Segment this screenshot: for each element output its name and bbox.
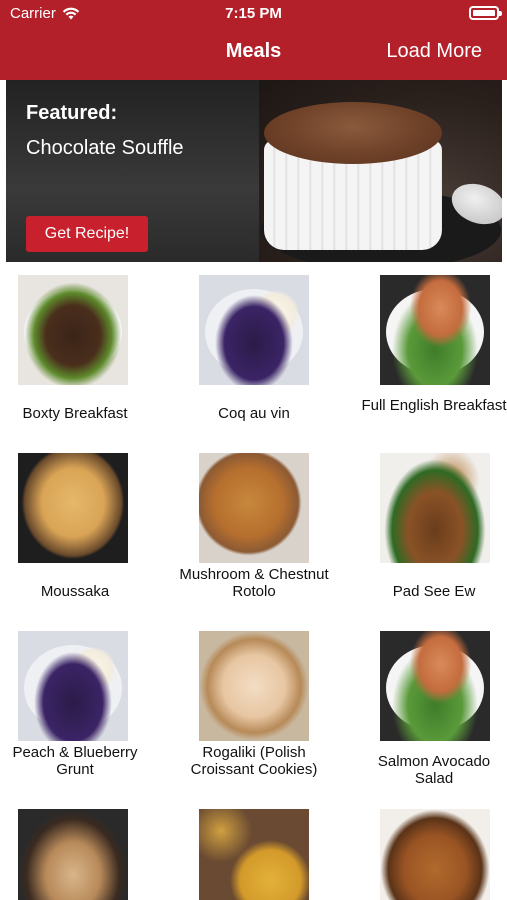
- featured-label: Featured:: [26, 102, 118, 124]
- featured-banner: Featured: Chocolate Souffle Get Recipe!: [6, 80, 502, 262]
- featured-title: Chocolate Souffle: [26, 137, 184, 159]
- navigation-bar: Carrier 7:15 PM Meals Load More: [0, 0, 507, 80]
- meal-name: Boxty Breakfast: [22, 405, 128, 422]
- clock: 7:15 PM: [225, 5, 282, 22]
- battery-icon: [469, 6, 502, 20]
- meal-thumbnail[interactable]: [380, 809, 490, 900]
- meal-thumbnail[interactable]: [18, 631, 128, 741]
- meal-thumbnail[interactable]: [380, 453, 490, 563]
- meal-name: Salmon Avocado Salad: [377, 753, 491, 787]
- meal-name: Peach & Blueberry Grunt: [12, 744, 138, 778]
- meal-name: Pad See Ew: [392, 583, 476, 600]
- meal-thumbnail[interactable]: [18, 275, 128, 385]
- status-bar: Carrier 7:15 PM: [0, 0, 507, 28]
- meal-thumbnail[interactable]: [199, 275, 309, 385]
- meals-screen: Carrier 7:15 PM Meals Load More Featured…: [0, 0, 507, 900]
- meal-thumbnail[interactable]: [18, 453, 128, 563]
- meal-name: Mushroom & Chestnut Rotolo: [179, 566, 329, 600]
- meal-thumbnail[interactable]: [199, 631, 309, 741]
- meal-name: Moussaka: [40, 583, 110, 600]
- meal-thumbnail[interactable]: [380, 631, 490, 741]
- meal-thumbnail[interactable]: [199, 809, 309, 900]
- souffle-top: [264, 102, 442, 164]
- get-recipe-button[interactable]: Get Recipe!: [26, 216, 148, 252]
- meal-thumbnail[interactable]: [199, 453, 309, 563]
- meal-name: Coq au vin: [218, 405, 290, 422]
- meal-name: Full English Breakfast: [361, 397, 507, 414]
- meal-thumbnail[interactable]: [380, 275, 490, 385]
- load-more-button[interactable]: Load More: [386, 40, 482, 63]
- meal-name: Rogaliki (Polish Croissant Cookies): [190, 744, 318, 778]
- meal-thumbnail[interactable]: [18, 809, 128, 900]
